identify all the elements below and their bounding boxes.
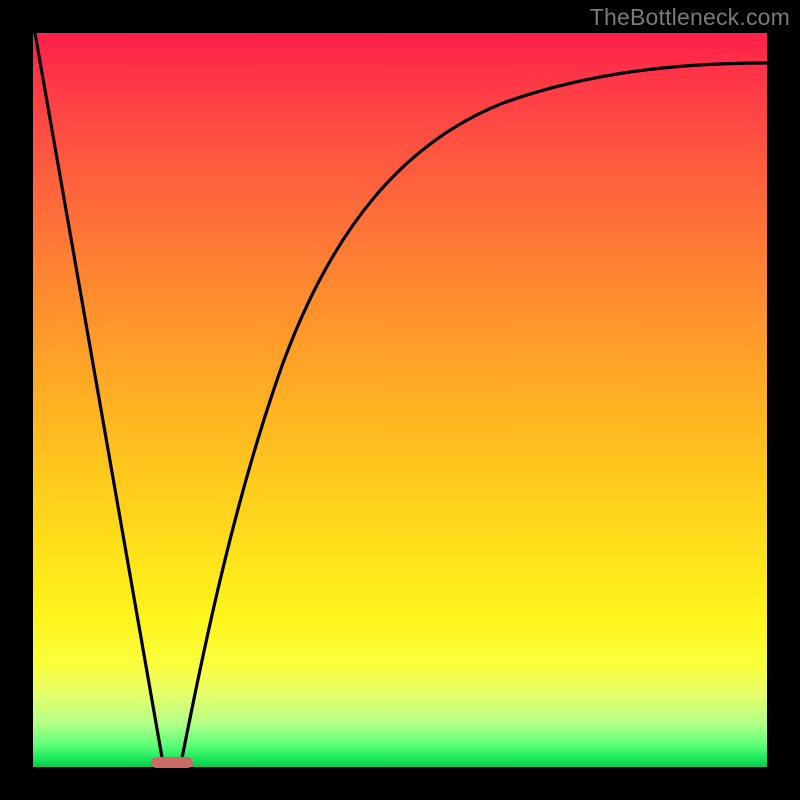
- watermark-text: TheBottleneck.com: [590, 4, 790, 31]
- plot-area: [33, 33, 767, 767]
- curve-layer: [33, 33, 767, 767]
- chart-frame: TheBottleneck.com: [0, 0, 800, 800]
- optimal-range-marker: [151, 757, 193, 768]
- curve-right-segment: [181, 63, 767, 763]
- curve-left-segment: [35, 33, 163, 763]
